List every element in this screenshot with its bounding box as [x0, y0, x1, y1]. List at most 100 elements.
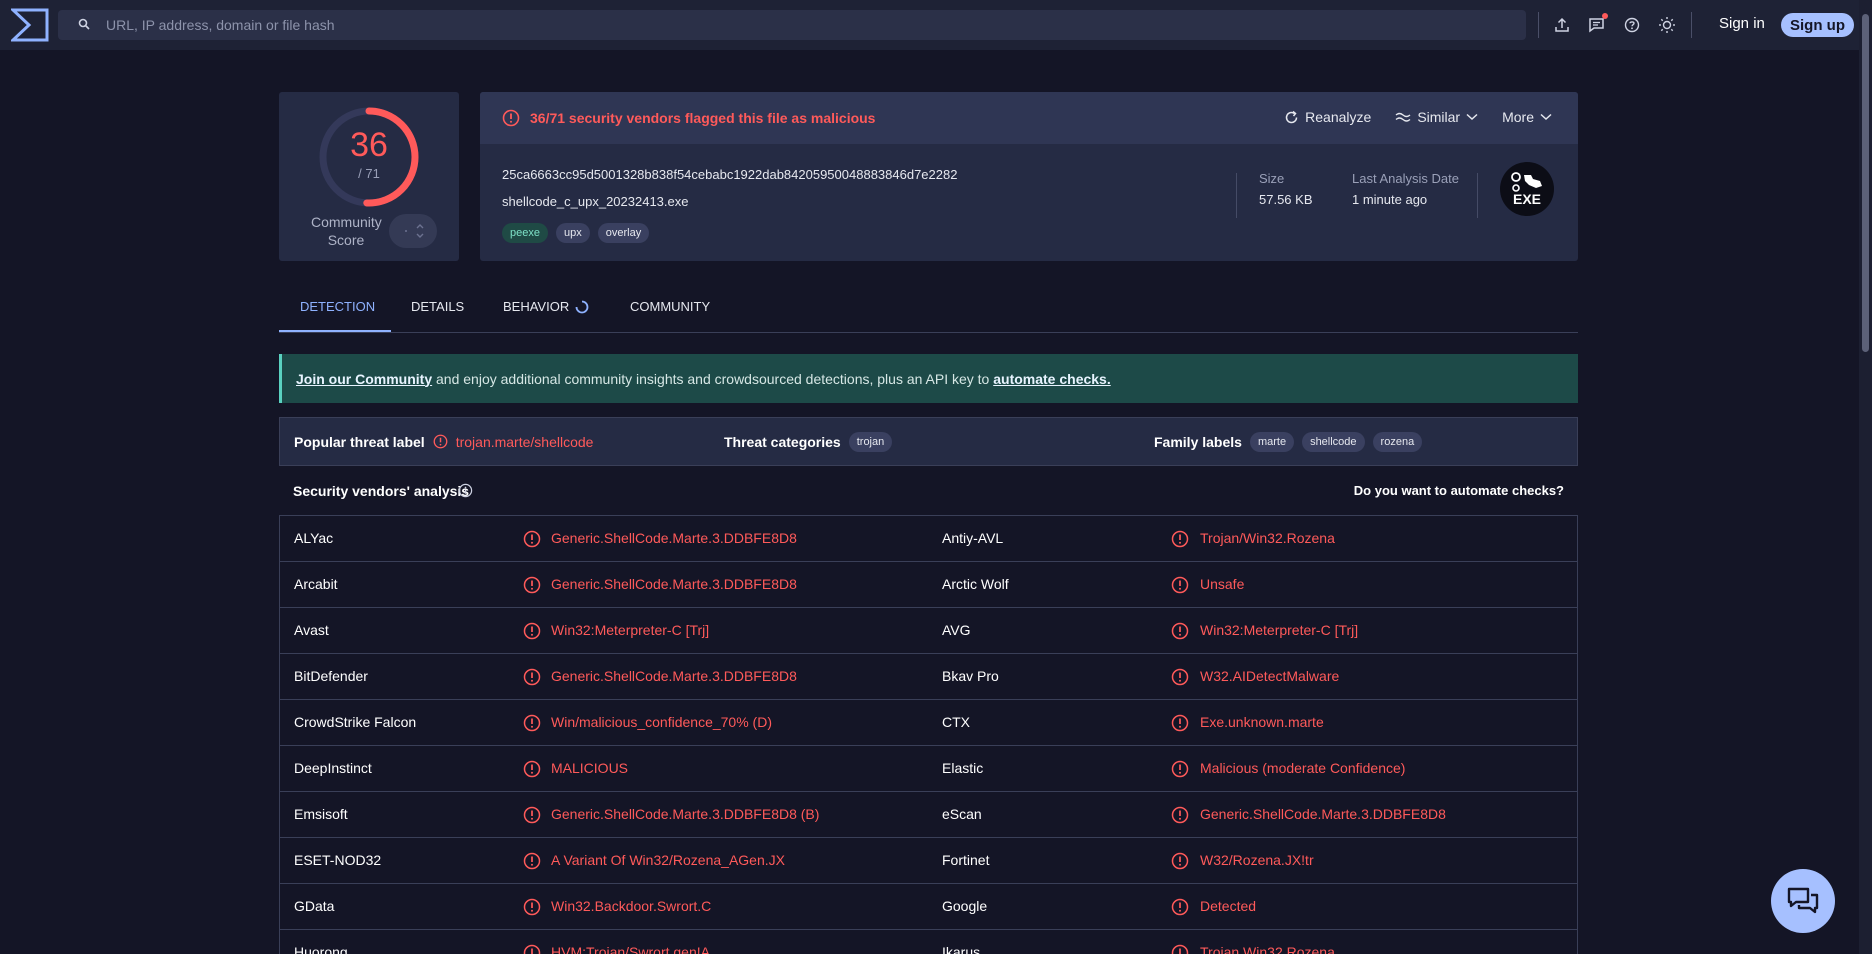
- vendor-row: GData Win32.Backdoor.Swrort.C Google Detect…: [280, 884, 1577, 930]
- popular-threat-label-title: Popular threat label: [294, 433, 425, 450]
- alert-circle-icon: [1171, 806, 1189, 827]
- vendor-name: Avast: [294, 622, 329, 638]
- active-tab-indicator: [279, 330, 391, 332]
- detection-result: Win32.Backdoor.Swrort.C: [551, 898, 712, 914]
- alert-circle-icon: [523, 576, 541, 597]
- join-community-link[interactable]: Join our Community: [296, 371, 432, 387]
- more-dropdown[interactable]: More: [1502, 109, 1552, 125]
- toolbar-divider: [1538, 12, 1539, 38]
- detection-count: 36: [350, 126, 388, 164]
- tag-overlay[interactable]: overlay: [597, 223, 650, 243]
- reanalyze-button[interactable]: Reanalyze: [1284, 109, 1371, 125]
- detection-result: W32.AIDetectMalware: [1200, 668, 1340, 684]
- tag-upx[interactable]: upx: [555, 223, 590, 243]
- similar-icon: [1395, 112, 1411, 122]
- vendor-name: ESET-NOD32: [294, 852, 382, 868]
- detection-result: Generic.ShellCode.Marte.3.DDBFE8D8: [551, 576, 797, 592]
- detection-result: W32/Rozena.JX!tr: [1200, 852, 1314, 868]
- file-hash[interactable]: 25ca6663cc95d5001328b838f54cebabc1922dab…: [502, 167, 957, 182]
- report-tabs: DETECTION DETAILS BEHAVIOR COMMUNITY: [279, 283, 1578, 333]
- vendor-row: Arcabit Generic.ShellCode.Marte.3.DDBFE8D…: [280, 562, 1577, 608]
- detection-result: Trojan.Win32.Rozena: [1200, 944, 1335, 954]
- tab-details[interactable]: DETAILS: [411, 299, 464, 314]
- family-pill[interactable]: marte: [1249, 431, 1295, 452]
- tab-detection[interactable]: DETECTION: [300, 299, 375, 314]
- notification-dot: [1602, 13, 1608, 19]
- exe-gears-icon: [1511, 172, 1542, 192]
- vendor-name: CTX: [942, 714, 970, 730]
- more-label: More: [1502, 109, 1534, 125]
- community-score-label-line1: Community: [311, 214, 382, 230]
- toolbar-divider: [1691, 12, 1692, 38]
- search-input[interactable]: [106, 17, 1406, 33]
- detection-result: HVM:Trojan/Swrort.gen!A: [551, 944, 710, 954]
- alert-circle-icon: [523, 714, 541, 735]
- vendor-name: ALYac: [294, 530, 334, 546]
- vendor-name: AVG: [942, 622, 971, 638]
- upload-icon[interactable]: [1550, 13, 1574, 37]
- sign-in-link[interactable]: Sign in: [1719, 15, 1765, 32]
- category-pill[interactable]: trojan: [848, 431, 893, 452]
- alert-circle-icon: [523, 898, 541, 919]
- vendors-analysis-title: Security vendors' analysis: [293, 483, 470, 499]
- threat-categories-title: Threat categories: [724, 433, 841, 450]
- chat-support-button[interactable]: [1771, 869, 1835, 933]
- vendor-name: Arcabit: [294, 576, 338, 592]
- search-bar[interactable]: [58, 10, 1526, 40]
- tab-behavior[interactable]: BEHAVIOR: [503, 299, 569, 314]
- community-vote-widget[interactable]: [389, 214, 437, 248]
- alert-circle-icon: [523, 668, 541, 689]
- vendor-row: CrowdStrike Falcon Win/malicious_confiden…: [280, 700, 1577, 746]
- family-pill[interactable]: rozena: [1372, 431, 1423, 452]
- tag-peexe[interactable]: peexe: [502, 223, 548, 243]
- file-type-badge: EXE: [1500, 162, 1554, 216]
- reanalyze-label: Reanalyze: [1305, 109, 1372, 125]
- chevron-down-icon: [1466, 113, 1478, 121]
- chevron-down-icon: [1540, 113, 1552, 121]
- threat-summary-bar: Popular threat label trojan.marte/shellc…: [279, 417, 1578, 466]
- vendor-row: DeepInstinct MALICIOUS Elastic Malicious (m…: [280, 746, 1577, 792]
- vendor-name: Bkav Pro: [942, 668, 999, 684]
- detection-result: Win32:Meterpreter-C [Trj]: [1200, 622, 1359, 638]
- page-scrollbar[interactable]: [1859, 0, 1872, 954]
- sign-up-button[interactable]: Sign up: [1781, 13, 1854, 37]
- notifications-icon[interactable]: [1585, 13, 1609, 37]
- automate-checks-link[interactable]: automate checks.: [993, 371, 1111, 387]
- info-icon[interactable]: [458, 483, 473, 501]
- family-pill[interactable]: shellcode: [1302, 431, 1365, 452]
- detection-result: Unsafe: [1200, 576, 1245, 592]
- file-tags: peexe upx overlay: [502, 223, 650, 243]
- help-icon[interactable]: [1620, 13, 1644, 37]
- alert-circle-icon: [523, 760, 541, 781]
- threat-categories-section: Threat categories trojan: [724, 418, 893, 465]
- detection-result: Win/malicious_confidence_70% (D): [551, 714, 772, 730]
- vendor-name: BitDefender: [294, 668, 368, 684]
- vendor-name: DeepInstinct: [294, 760, 372, 776]
- popular-threat-value[interactable]: trojan.marte/shellcode: [456, 434, 594, 450]
- vendor-name: Ikarus: [942, 944, 981, 954]
- vendor-name: Fortinet: [942, 852, 990, 868]
- vendor-row: Avast Win32:Meterpreter-C [Trj] AVG Win32:M…: [280, 608, 1577, 654]
- automate-checks-prompt[interactable]: Do you want to automate checks?: [1354, 483, 1564, 498]
- scrollbar-thumb[interactable]: [1862, 14, 1869, 352]
- virustotal-logo-icon[interactable]: [10, 5, 50, 45]
- chat-bubbles-icon: [1787, 887, 1819, 914]
- vendor-name: GData: [294, 898, 335, 914]
- theme-sun-icon[interactable]: [1655, 13, 1679, 37]
- file-summary-card: 36/71 security vendors flagged this file…: [480, 92, 1578, 261]
- vendor-name: Emsisoft: [294, 806, 348, 822]
- banner-text: and enjoy additional community insights …: [432, 370, 994, 387]
- vendor-row: ALYac Generic.ShellCode.Marte.3.DDBFE8D8 A…: [280, 516, 1577, 562]
- size-value: 57.56 KB: [1259, 192, 1313, 207]
- tab-community[interactable]: COMMUNITY: [630, 299, 710, 314]
- alert-circle-icon: [523, 530, 541, 551]
- vendor-row: ESET-NOD32 A Variant Of Win32/Rozena_AGen…: [280, 838, 1577, 884]
- alert-circle-icon: [1171, 760, 1189, 781]
- toolbar-icons: [1550, 13, 1690, 37]
- similar-label: Similar: [1417, 109, 1461, 125]
- top-bar: Sign in Sign up: [0, 0, 1859, 50]
- detection-result: Win32:Meterpreter-C [Trj]: [551, 622, 710, 638]
- detection-result: Generic.ShellCode.Marte.3.DDBFE8D8: [551, 668, 797, 684]
- community-banner: Join our Community and enjoy additional …: [279, 354, 1578, 403]
- similar-dropdown[interactable]: Similar: [1395, 109, 1478, 125]
